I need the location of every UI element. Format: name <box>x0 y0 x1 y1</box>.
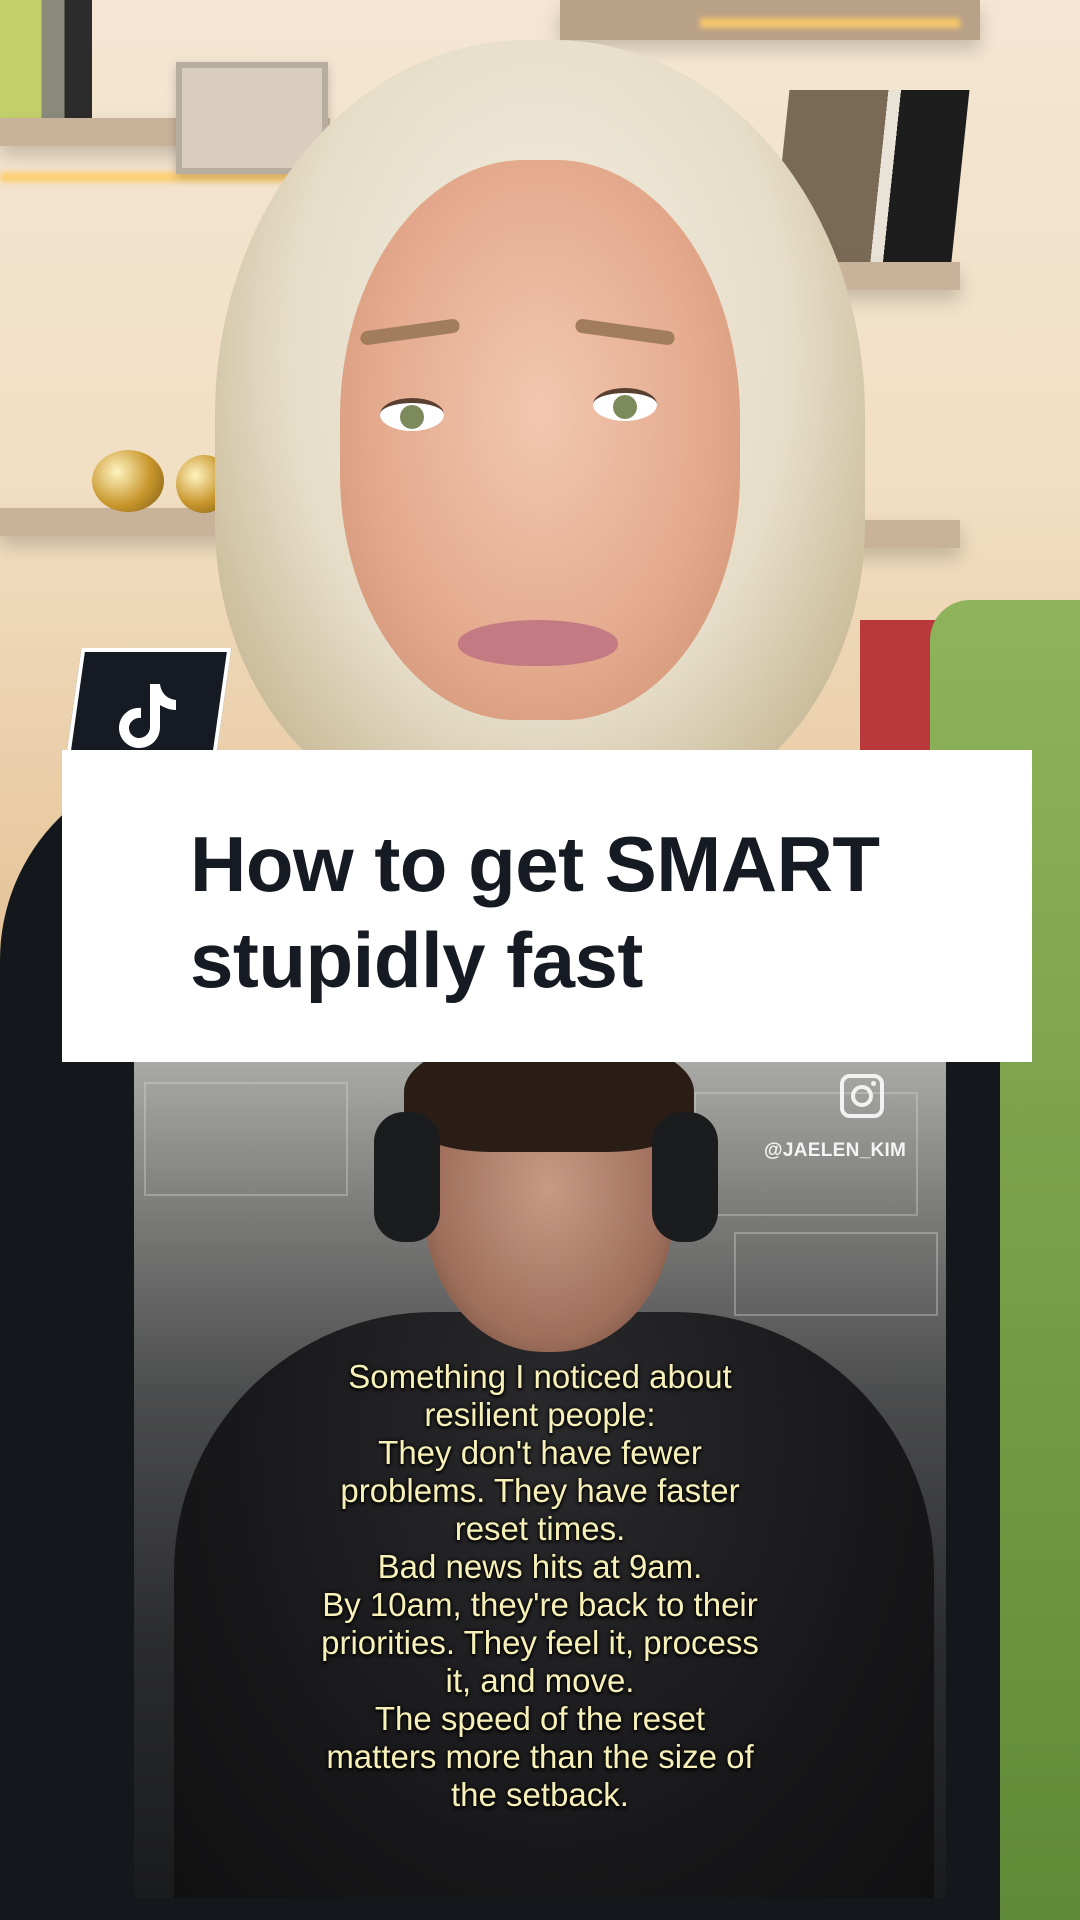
man-hair <box>404 1062 694 1152</box>
caption-line: resilient people: <box>424 1396 656 1433</box>
caption-line: The speed of the reset <box>374 1700 706 1737</box>
caption-line: problems. They have faster <box>340 1472 740 1509</box>
lips <box>458 620 618 666</box>
instagram-icon <box>840 1074 884 1118</box>
video-title: How to get SMART stupidly fast <box>190 820 880 1004</box>
ceiling-tile <box>144 1082 348 1196</box>
caption-line: By 10am, they're back to their <box>322 1586 758 1623</box>
headphones <box>652 1112 718 1242</box>
title-card: How to get SMART stupidly fast <box>62 750 1032 1062</box>
tiktok-note-icon <box>119 684 176 748</box>
eye <box>380 398 444 431</box>
shelf-light <box>700 18 960 28</box>
gold-vase <box>92 450 164 512</box>
shelf-books <box>0 0 92 120</box>
video-caption: Something I noticed about resilient peop… <box>134 1358 946 1814</box>
watermark-handle: @JAELEN_KIM <box>764 1140 907 1161</box>
caption-line: Bad news hits at 9am. <box>377 1548 703 1585</box>
book <box>860 620 940 750</box>
eye <box>593 388 657 421</box>
caption-line: priorities. They feel it, process <box>321 1624 759 1661</box>
caption-line: it, and move. <box>445 1662 635 1699</box>
caption-line: reset times. <box>454 1510 626 1547</box>
caption-line: matters more than the size of <box>326 1738 754 1775</box>
caption-line: the setback. <box>451 1776 629 1813</box>
embedded-video: @JAELEN_KIM Something I noticed about re… <box>134 1062 946 1898</box>
ceiling-tile <box>734 1232 938 1316</box>
headphones <box>374 1112 440 1242</box>
shelf <box>850 520 960 548</box>
caption-line: Something I noticed about <box>348 1358 732 1395</box>
caption-line: They don't have fewer <box>378 1434 702 1471</box>
